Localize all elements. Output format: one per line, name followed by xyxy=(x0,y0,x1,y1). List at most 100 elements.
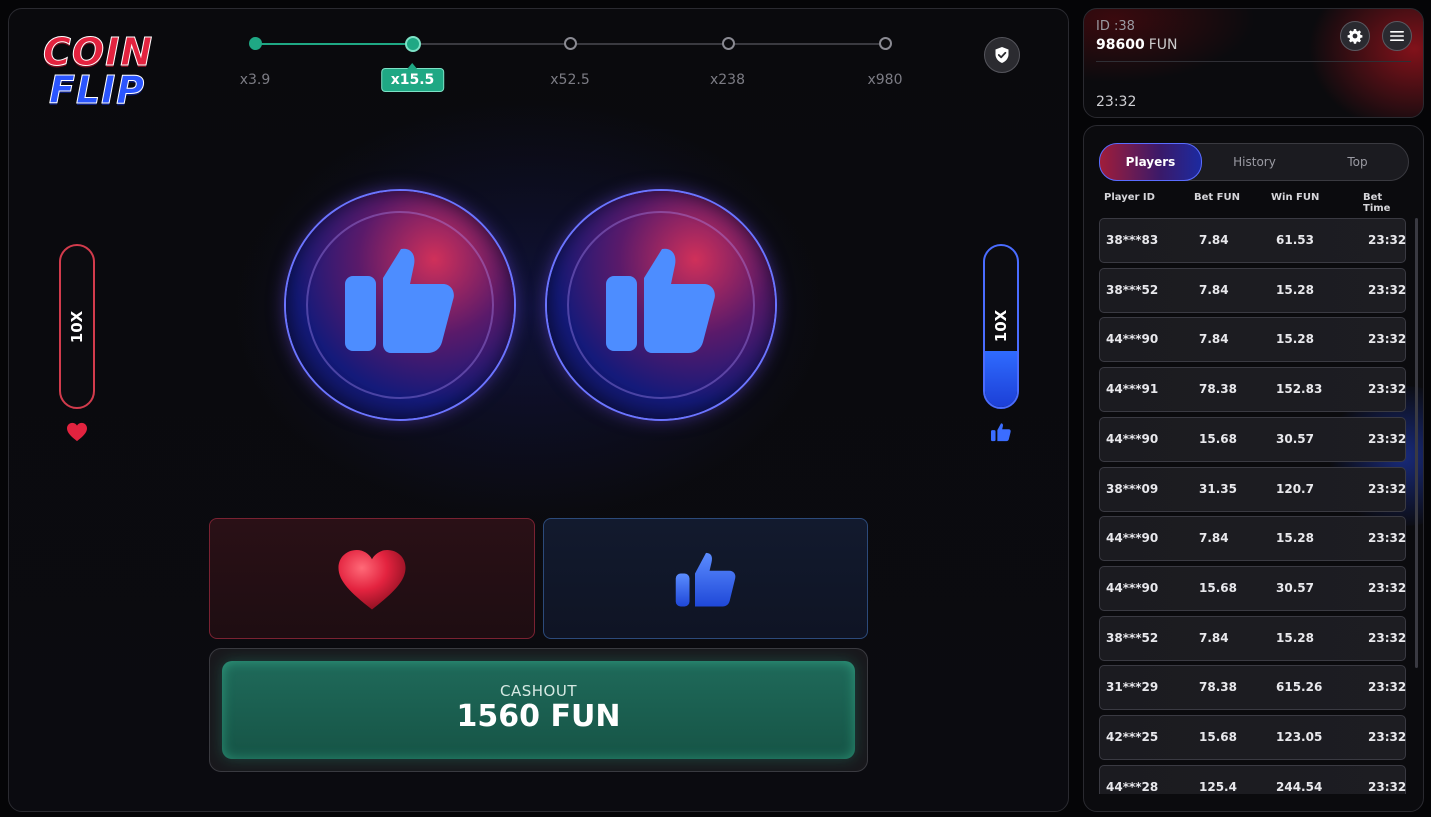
table-cell: 30.57 xyxy=(1276,580,1314,595)
menu-button[interactable] xyxy=(1382,21,1412,51)
multiplier-node xyxy=(721,37,735,50)
table-cell: 15.68 xyxy=(1199,431,1237,446)
account-panel: ID :38 98600 FUN 23:32 xyxy=(1083,8,1424,118)
tab-top[interactable]: Top xyxy=(1306,144,1409,180)
bets-table-body[interactable]: 38***83 7.84 61.53 23:32 38***52 7.84 15.28 23:… xyxy=(1099,218,1407,794)
multiplier-node xyxy=(249,37,262,50)
column-header: Bet FUN xyxy=(1194,192,1240,203)
cashout-label: CASHOUT xyxy=(500,682,577,700)
logo-line-1: COIN xyxy=(42,30,154,74)
table-cell: 152.83 xyxy=(1276,382,1323,397)
tab-players[interactable]: Players xyxy=(1099,143,1202,181)
pick-like-button[interactable] xyxy=(543,518,868,639)
table-cell: 31.35 xyxy=(1199,481,1237,496)
table-cell: 44***90 xyxy=(1106,531,1159,546)
multiplier-label: x238 xyxy=(709,72,746,88)
table-cell: 615.26 xyxy=(1276,680,1323,695)
table-row: 31***29 78.38 615.26 23:32 xyxy=(1099,665,1407,711)
bets-table-header: Player ID Bet FUN Win FUN Bet Time xyxy=(1099,192,1402,214)
table-cell: 78.38 xyxy=(1199,382,1237,397)
shield-check-icon xyxy=(995,47,1009,63)
multiplier-label: x15.5 xyxy=(380,63,445,92)
table-cell: 23:32 xyxy=(1368,332,1407,347)
heart-meter-label: 10X xyxy=(68,310,86,343)
hamburger-menu-icon xyxy=(1390,31,1404,41)
tab-history[interactable]: History xyxy=(1203,144,1306,180)
table-cell: 23:32 xyxy=(1368,282,1407,297)
thumbs-up-icon xyxy=(991,423,1011,442)
like-streak-meter: 10X xyxy=(983,244,1019,409)
column-header: Win FUN xyxy=(1271,192,1320,203)
clock: 23:32 xyxy=(1096,94,1137,110)
table-cell: 23:32 xyxy=(1368,481,1407,496)
table-cell: 23:32 xyxy=(1368,233,1407,247)
table-row: 44***90 15.68 30.57 23:32 xyxy=(1099,565,1407,611)
thumbs-up-icon xyxy=(345,248,454,353)
table-cell: 7.84 xyxy=(1199,332,1229,347)
table-cell: 7.84 xyxy=(1199,282,1229,297)
table-cell: 125.4 xyxy=(1199,779,1237,794)
table-cell: 31***29 xyxy=(1106,680,1159,695)
table-cell: 23:32 xyxy=(1368,531,1407,546)
table-cell: 15.28 xyxy=(1276,630,1314,645)
table-cell: 38***09 xyxy=(1106,481,1159,496)
thumbs-up-icon xyxy=(675,552,735,606)
table-row: 38***52 7.84 15.28 23:32 xyxy=(1099,615,1406,661)
settings-button[interactable] xyxy=(1340,21,1370,51)
like-meter-label: 10X xyxy=(992,309,1010,343)
heart-streak-meter: 10X xyxy=(59,244,95,409)
table-cell: 44***90 xyxy=(1106,431,1159,446)
table-cell: 23:32 xyxy=(1368,431,1407,446)
player-id: ID :38 xyxy=(1096,19,1135,34)
gear-icon xyxy=(1347,29,1363,44)
thumbs-up-icon xyxy=(606,248,715,353)
table-row: 38***52 7.84 15.28 23:32 xyxy=(1099,267,1407,313)
cashout-amount: 1560 FUN xyxy=(456,699,621,734)
multiplier-node xyxy=(404,36,421,52)
table-cell: 15.28 xyxy=(1276,332,1314,347)
coin-right xyxy=(547,191,775,419)
multiplier-node xyxy=(879,37,892,50)
table-cell: 23:32 xyxy=(1368,382,1407,397)
table-cell: 38***52 xyxy=(1106,282,1159,297)
table-cell: 7.84 xyxy=(1199,630,1229,645)
divider xyxy=(1096,61,1411,62)
table-cell: 78.38 xyxy=(1199,680,1237,695)
coin-flip-logo: COIN FLIP xyxy=(42,30,175,113)
multiplier-label: x3.9 xyxy=(239,72,271,88)
provably-fair-button[interactable] xyxy=(984,37,1020,73)
table-cell: 23:32 xyxy=(1368,730,1407,744)
table-cell: 123.05 xyxy=(1276,730,1323,744)
table-cell: 23:32 xyxy=(1368,580,1407,595)
table-cell: 61.53 xyxy=(1276,233,1314,247)
balance-amount: 98600 xyxy=(1096,37,1145,53)
bets-scrollbar[interactable] xyxy=(1415,218,1418,668)
bets-panel: Players History Top Player ID Bet FUN Win FU… xyxy=(1083,125,1424,812)
pick-heart-button[interactable] xyxy=(209,518,535,639)
table-cell: 244.54 xyxy=(1276,779,1323,794)
table-cell: 15.28 xyxy=(1276,282,1314,297)
multiplier-track-progress xyxy=(255,43,413,45)
table-cell: 23:32 xyxy=(1368,680,1407,695)
like-meter-fill xyxy=(985,350,1017,407)
balance-currency: FUN xyxy=(1148,37,1178,53)
table-cell: 23:32 xyxy=(1368,779,1407,794)
table-row: 42***25 15.68 123.05 23:32 xyxy=(1099,715,1406,760)
table-cell: 38***83 xyxy=(1106,233,1159,247)
table-row: 44***90 15.68 30.57 23:32 xyxy=(1099,416,1407,462)
cashout-container: CASHOUT 1560 FUN xyxy=(209,648,868,772)
coin-left xyxy=(286,191,514,419)
cashout-button[interactable]: CASHOUT 1560 FUN xyxy=(222,661,855,759)
balance: 98600 FUN xyxy=(1096,37,1178,53)
table-cell: 44***90 xyxy=(1106,332,1159,347)
multiplier-label: x980 xyxy=(867,72,903,88)
table-row: 38***09 31.35 120.7 23:32 xyxy=(1099,466,1407,512)
heart-icon xyxy=(338,549,406,609)
table-cell: 15.68 xyxy=(1199,580,1237,595)
table-cell: 15.28 xyxy=(1276,531,1314,546)
table-row: 38***83 7.84 61.53 23:32 xyxy=(1099,218,1406,263)
table-cell: 38***52 xyxy=(1106,630,1159,645)
table-cell: 7.84 xyxy=(1199,531,1229,546)
multiplier-label: x52.5 xyxy=(550,72,590,88)
multiplier-track xyxy=(249,36,892,52)
